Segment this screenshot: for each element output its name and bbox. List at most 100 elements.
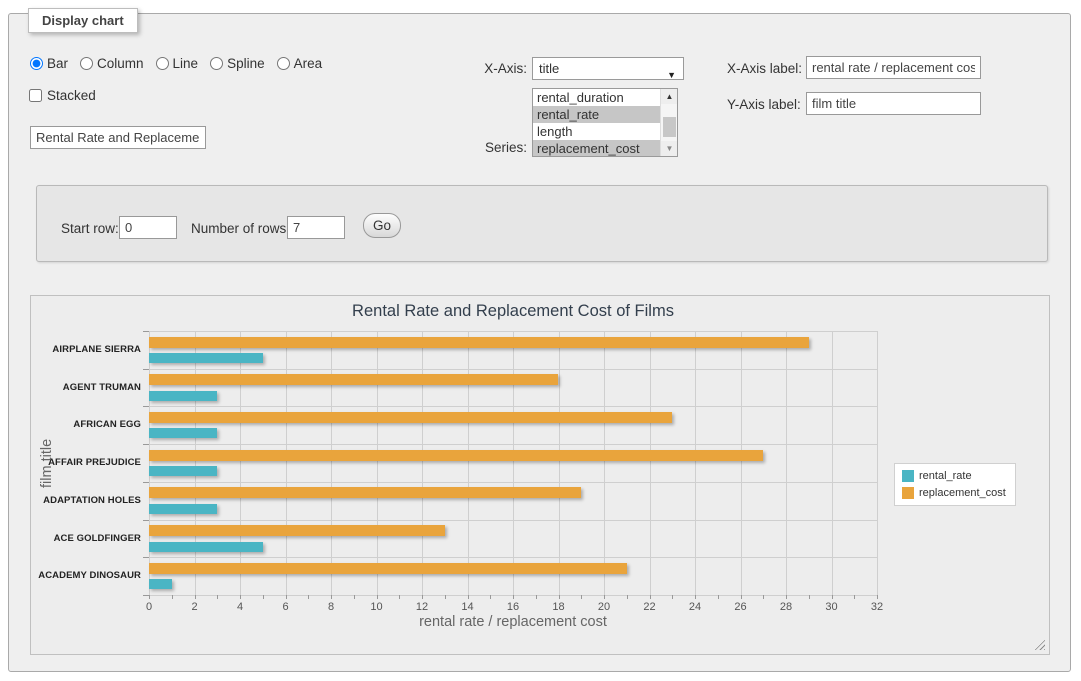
gridline-v: [604, 331, 605, 595]
gridline-h: [149, 482, 877, 483]
x-minor-tick: [308, 595, 309, 599]
series-option-rental_rate[interactable]: rental_rate: [533, 106, 660, 123]
legend-label: rental_rate: [919, 470, 972, 482]
x-minor-tick: [718, 595, 719, 599]
chart-type-bar[interactable]: Bar: [30, 56, 68, 71]
series-list-label: Series:: [450, 140, 527, 155]
x-minor-tick: [672, 595, 673, 599]
radio-area[interactable]: [277, 57, 290, 70]
x-minor-tick: [877, 595, 878, 599]
y-tick: [143, 444, 149, 445]
stacked-checkbox-row: Stacked: [29, 88, 96, 103]
bar-rental_rate-0: [149, 353, 263, 363]
x-axis-label-input[interactable]: [806, 56, 981, 79]
gridline-h: [149, 369, 877, 370]
gridline-v: [786, 331, 787, 595]
y-axis-title: film title: [37, 331, 57, 595]
category-label: AGENT TRUMAN: [63, 369, 141, 407]
x-minor-tick: [263, 595, 264, 599]
category-label: AIRPLANE SIERRA: [52, 331, 141, 369]
chart-type-radios: Bar Column Line Spline Area: [30, 56, 330, 71]
x-minor-tick: [286, 595, 287, 599]
y-axis-label-input[interactable]: [806, 92, 981, 115]
scrollbar-thumb[interactable]: [663, 117, 676, 137]
x-tick-label: 16: [507, 601, 519, 613]
x-minor-tick: [513, 595, 514, 599]
x-minor-tick: [331, 595, 332, 599]
x-minor-tick: [149, 595, 150, 599]
legend-item-rental_rate[interactable]: rental_rate: [902, 470, 1006, 482]
num-rows-input[interactable]: [287, 216, 345, 239]
x-axis-label-label: X-Axis label:: [727, 61, 802, 76]
series-option-rental_duration[interactable]: rental_duration: [533, 89, 660, 106]
go-button[interactable]: Go: [363, 213, 401, 238]
chart-type-column[interactable]: Column: [80, 56, 144, 71]
stacked-label: Stacked: [47, 88, 96, 103]
x-tick-label: 6: [282, 601, 288, 613]
legend-item-replacement_cost[interactable]: replacement_cost: [902, 487, 1006, 499]
bar-replacement_cost-0: [149, 337, 809, 348]
x-tick-label: 22: [643, 601, 655, 613]
page: Display chart BarColumnLineSplineArea St…: [0, 0, 1081, 681]
stacked-checkbox[interactable]: [29, 89, 42, 102]
radio-label[interactable]: Column: [97, 56, 144, 71]
radio-label[interactable]: Line: [173, 56, 199, 71]
chart-title-input[interactable]: [30, 126, 206, 149]
legend-swatch: [902, 470, 914, 482]
resize-handle-icon[interactable]: [1033, 638, 1045, 650]
x-minor-tick: [695, 595, 696, 599]
bar-rental_rate-3: [149, 466, 217, 476]
gridline-v: [832, 331, 833, 595]
gridline-v: [240, 331, 241, 595]
gridline-v: [149, 331, 150, 595]
gridline-v: [468, 331, 469, 595]
gridline-v: [195, 331, 196, 595]
bar-replacement_cost-2: [149, 412, 672, 423]
gridline-h: [149, 406, 877, 407]
radio-bar[interactable]: [30, 57, 43, 70]
radio-label[interactable]: Area: [294, 56, 323, 71]
category-label: ADAPTATION HOLES: [43, 482, 141, 520]
chart-type-spline[interactable]: Spline: [210, 56, 265, 71]
x-minor-tick: [240, 595, 241, 599]
x-axis-select[interactable]: title ▼: [532, 57, 684, 80]
x-minor-tick: [468, 595, 469, 599]
radio-spline[interactable]: [210, 57, 223, 70]
radio-label[interactable]: Bar: [47, 56, 68, 71]
chart-type-area[interactable]: Area: [277, 56, 323, 71]
x-minor-tick: [832, 595, 833, 599]
x-tick-label: 8: [328, 601, 334, 613]
y-tick: [143, 520, 149, 521]
scroll-up-icon[interactable]: ▲: [661, 89, 678, 104]
x-tick-label: 2: [191, 601, 197, 613]
bar-rental_rate-6: [149, 579, 172, 589]
radio-label[interactable]: Spline: [227, 56, 265, 71]
x-tick-label: 24: [689, 601, 701, 613]
series-option-length[interactable]: length: [533, 123, 660, 140]
radio-line[interactable]: [156, 57, 169, 70]
gridline-v: [877, 331, 878, 595]
radio-column[interactable]: [80, 57, 93, 70]
x-minor-tick: [581, 595, 582, 599]
start-row-input[interactable]: [119, 216, 177, 239]
x-minor-tick: [650, 595, 651, 599]
scroll-down-icon[interactable]: ▼: [661, 141, 678, 156]
gridline-h: [149, 331, 877, 332]
bar-rental_rate-4: [149, 504, 217, 514]
legend-label: replacement_cost: [919, 487, 1006, 499]
y-tick: [143, 406, 149, 407]
x-minor-tick: [786, 595, 787, 599]
x-axis-selected-value: title: [539, 61, 559, 76]
y-tick: [143, 482, 149, 483]
chart-type-line[interactable]: Line: [156, 56, 199, 71]
series-scrollbar[interactable]: ▲ ▼: [660, 89, 677, 156]
chart-title: Rental Rate and Replacement Cost of Film…: [149, 302, 877, 321]
series-option-replacement_cost[interactable]: replacement_cost: [533, 140, 660, 156]
bar-rental_rate-5: [149, 542, 263, 552]
series-listbox[interactable]: rental_durationrental_ratelengthreplacem…: [532, 88, 678, 157]
chevron-down-icon: ▼: [667, 65, 676, 86]
x-tick-label: 0: [146, 601, 152, 613]
x-minor-tick: [445, 595, 446, 599]
x-tick-label: 28: [780, 601, 792, 613]
series-listbox-options: rental_durationrental_ratelengthreplacem…: [533, 89, 660, 156]
